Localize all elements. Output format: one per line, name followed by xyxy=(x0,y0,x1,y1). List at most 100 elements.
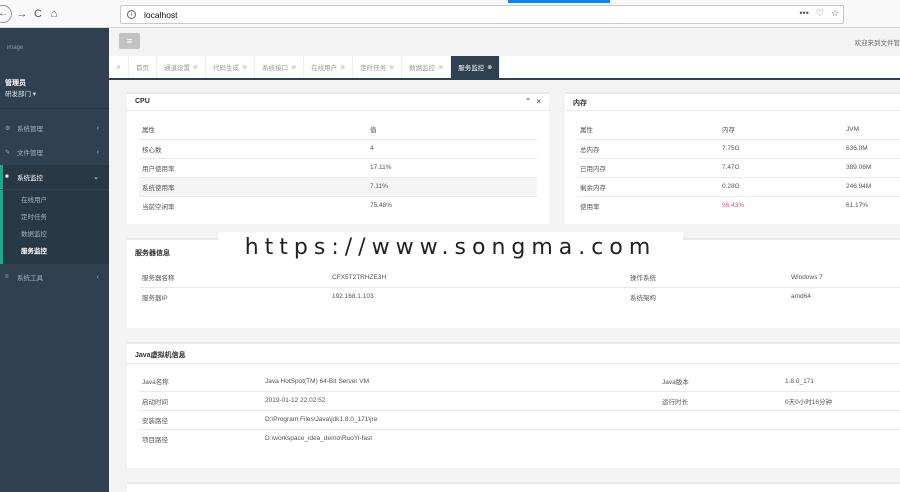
menu-toggle-button[interactable]: ≡ xyxy=(119,33,140,49)
bars-icon: ≡ xyxy=(5,274,9,280)
sidebar-item-file-management[interactable]: ✎ 文件管理 ‹ xyxy=(0,140,109,164)
table-cell: 总内存 xyxy=(577,138,719,158)
browser-toolbar: ← → C ⌂ i localhost ••• ♡ ☆ xyxy=(0,0,900,28)
forward-icon[interactable]: → xyxy=(14,6,30,22)
table-cell: 服务器IP xyxy=(139,286,329,306)
tab-online-users[interactable]: 在线用户 ⊗ xyxy=(304,56,354,78)
pocket-icon[interactable]: ♡ xyxy=(816,8,824,19)
table-row: Java名称 Java HotSpot(TM) 64-Bit Server VM… xyxy=(139,372,900,391)
cpu-table: 属性 值 核心数 4 用户使用率 17.11% 系统使用率 7.11% 当前空闲… xyxy=(139,120,537,215)
profile-dept-dropdown[interactable]: 研发部门 ▾ xyxy=(5,88,36,98)
panel-title: 内存 xyxy=(573,100,587,107)
table-cell: CFX5T2TRHZE3H xyxy=(332,273,387,281)
close-icon[interactable]: ⊗ xyxy=(389,64,394,71)
collapse-icon[interactable]: ⌃ xyxy=(525,97,532,106)
tab-home[interactable]: 首页 xyxy=(129,56,157,78)
table-row: 服务器名称 CFX5T2TRHZE3H 操作系统 Windows 7 xyxy=(139,268,900,287)
jvm-table: Java名称 Java HotSpot(TM) 64-Bit Server VM… xyxy=(139,372,900,448)
table-row: 使用率 96.43% 61.17% xyxy=(577,195,900,215)
table-cell: 启动时间 xyxy=(139,390,262,410)
table-cell: 389.06M xyxy=(843,157,900,177)
sidebar: image 管理员 研发部门 ▾ ⚙ 系统管理 ‹ ✎ 文件管理 ‹ ■ 系统监… xyxy=(0,28,109,492)
table-cell: 246.94M xyxy=(843,176,900,196)
tab-data-monitor[interactable]: 数据监控 ⊗ xyxy=(402,56,452,78)
table-cell: 系统使用率 xyxy=(139,176,367,196)
sidebar-item-label: 系统管理 xyxy=(17,126,43,133)
sidebar-item-system-monitor[interactable]: ■ 系统监控 ⌄ xyxy=(0,165,109,189)
sidebar-subitem-data-monitor[interactable]: 数据监控 xyxy=(21,228,47,238)
back-icon[interactable]: ← xyxy=(0,4,12,23)
tab-system-api[interactable]: 系统接口 ⊗ xyxy=(255,56,305,78)
edit-icon: ✎ xyxy=(5,149,11,156)
close-icon[interactable]: ⊗ xyxy=(242,64,247,71)
sidebar-item-system-management[interactable]: ⚙ 系统管理 ‹ xyxy=(0,116,109,140)
table-cell: D:\Program Files\Java\jdk1.8.0_171\jre xyxy=(262,409,900,429)
address-bar[interactable]: i localhost ••• ♡ ☆ xyxy=(120,5,844,24)
table-row: 系统使用率 7.11% xyxy=(139,176,537,196)
sidebar-subitem-scheduled-tasks[interactable]: 定时任务 xyxy=(21,211,47,221)
table-row: 剩余内存 0.28G 246.94M xyxy=(577,176,900,196)
close-icon[interactable]: ⊗ xyxy=(291,64,296,71)
tab-scheduled-tasks[interactable]: 定时任务 ⊗ xyxy=(353,56,403,78)
table-cell: Java版本 xyxy=(662,379,689,387)
sidebar-subitem-server-monitor[interactable]: 服务监控 xyxy=(21,245,47,255)
tab-label: 代码生成 xyxy=(213,65,240,72)
table-cell: 服务器名称 xyxy=(142,275,175,283)
tab-server-monitor[interactable]: 服务监控 ⊗ xyxy=(451,56,501,78)
chevron-left-icon: ‹ xyxy=(96,124,99,132)
table-cell: 61.17% xyxy=(843,195,900,215)
close-icon[interactable]: ⊗ xyxy=(438,64,443,71)
panel-divider xyxy=(565,110,900,111)
close-icon[interactable]: ⊗ xyxy=(340,64,345,71)
table-cell: Java名称 xyxy=(142,379,169,387)
tab-label: 系统接口 xyxy=(262,65,289,72)
chevron-left-icon: ‹ xyxy=(96,148,99,156)
table-cell: Java HotSpot(TM) 64-Bit Server VM xyxy=(265,377,370,385)
table-cell: 剩余内存 xyxy=(577,176,719,196)
table-row: 启动时间 2019-01-12 22:02:52 运行时长 0天0小时16分钟 xyxy=(139,390,900,410)
table-cell: 75.48% xyxy=(367,195,537,215)
table-cell: 192.168.1.103 xyxy=(329,286,627,306)
table-cell: 已用内存 xyxy=(577,157,719,177)
chevron-left-icon: ‹ xyxy=(96,273,99,281)
table-header-row: 属性 内存 JVM xyxy=(577,120,900,139)
panel-top-border xyxy=(565,92,900,94)
tabs-scroll-left-icon[interactable]: « xyxy=(109,56,129,78)
watermark-text: https://www.songma.com xyxy=(218,232,683,262)
table-row: 安装路径 D:\Program Files\Java\jdk1.8.0_171\… xyxy=(139,409,900,429)
sidebar-item-label: 文件管理 xyxy=(17,150,43,157)
info-icon[interactable]: i xyxy=(127,10,136,19)
table-row: 当前空闲率 75.48% xyxy=(139,195,537,215)
video-icon: ■ xyxy=(5,174,9,180)
sidebar-subitem-online-users[interactable]: 在线用户 xyxy=(21,194,47,204)
table-cell: 7.11% xyxy=(367,176,537,196)
top-header: ≡ 欢迎来到文件管 xyxy=(109,28,900,54)
tab-code-gen[interactable]: 代码生成 ⊗ xyxy=(206,56,256,78)
close-icon[interactable]: × xyxy=(536,97,541,106)
sidebar-item-system-tools[interactable]: ≡ 系统工具 ‹ xyxy=(0,265,109,289)
tab-label: 服务监控 xyxy=(458,65,485,72)
bookmark-star-icon[interactable]: ☆ xyxy=(831,8,839,19)
close-icon[interactable]: ⊗ xyxy=(193,64,198,71)
table-header: 属性 xyxy=(142,127,155,135)
panel-title: 服务器信息 xyxy=(135,250,170,257)
tab-channel-settings[interactable]: 通道设置 ⊗ xyxy=(157,56,207,78)
more-icon[interactable]: ••• xyxy=(799,8,808,19)
table-header-row: 属性 值 xyxy=(139,120,537,139)
panel-top-border xyxy=(127,482,900,484)
jvm-panel: Java虚拟机信息 Java名称 Java HotSpot(TM) 64-Bit… xyxy=(127,342,900,468)
next-panel xyxy=(127,482,900,492)
table-cell: D:\workspace_idea_demo\RuoYi-fast xyxy=(262,428,900,448)
table-cell: amd64 xyxy=(788,286,900,306)
browser-tab-indicator xyxy=(508,0,610,3)
table-cell: 0天0小时16分钟 xyxy=(782,390,900,410)
panel-top-border xyxy=(127,342,900,344)
table-cell: 2019-01-12 22:02:52 xyxy=(262,390,659,410)
close-icon[interactable]: ⊗ xyxy=(487,64,492,71)
home-icon[interactable]: ⌂ xyxy=(46,6,62,22)
table-cell: 1.8.0_171 xyxy=(785,377,814,385)
table-row: 已用内存 7.47G 389.06M xyxy=(577,157,900,177)
reload-icon[interactable]: C xyxy=(30,6,46,22)
sidebar-item-label: 系统监控 xyxy=(17,175,43,182)
table-row: 项目路径 D:\workspace_idea_demo\RuoYi-fast xyxy=(139,428,900,448)
